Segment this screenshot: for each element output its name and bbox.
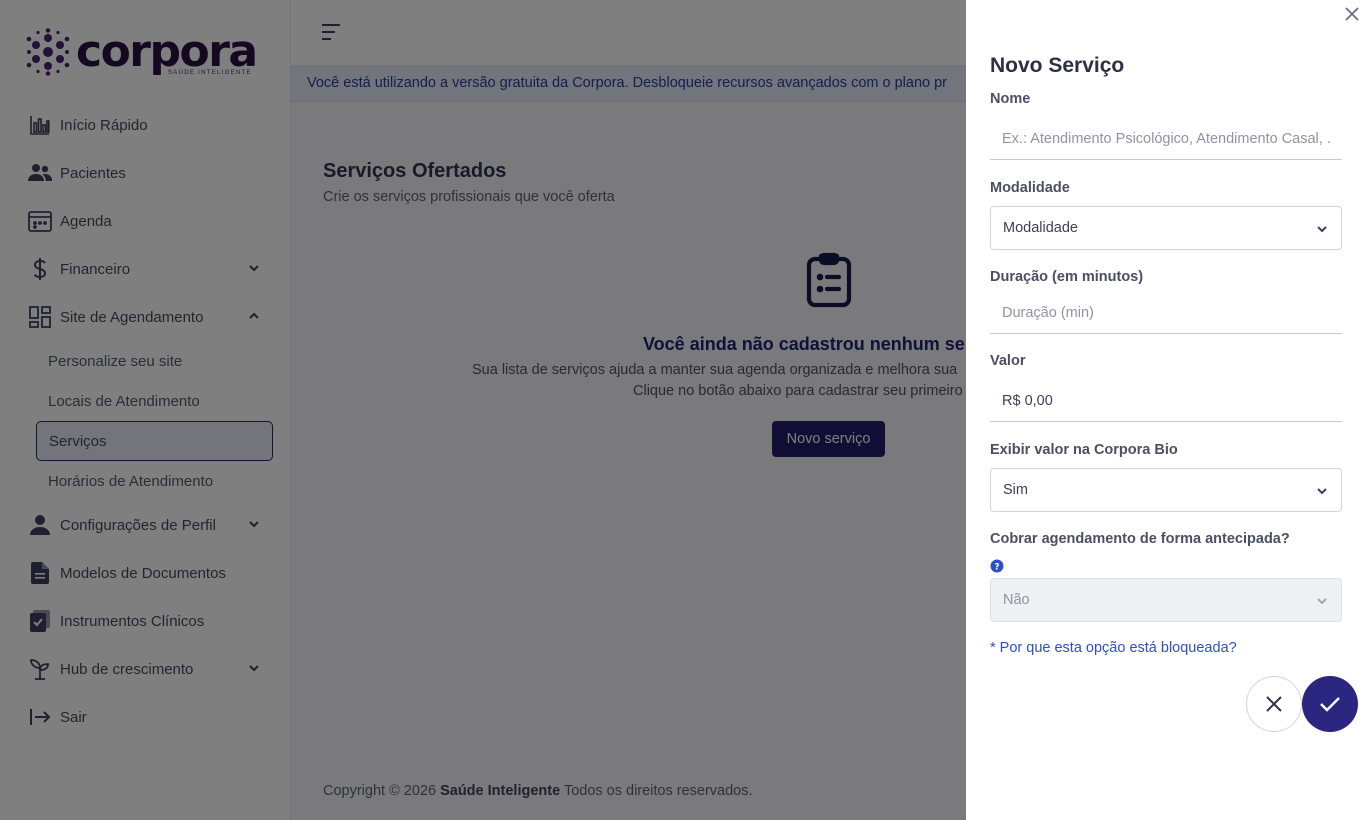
duracao-input[interactable] xyxy=(990,292,1342,334)
cobrar-antecipado-value: Não xyxy=(1003,592,1030,608)
chevron-down-icon xyxy=(1315,222,1329,236)
exibir-valor-label: Exibir valor na Corpora Bio xyxy=(990,442,1178,458)
duracao-label: Duração (em minutos) xyxy=(990,269,1144,285)
confirm-button[interactable] xyxy=(1302,676,1358,732)
modalidade-value: Modalidade xyxy=(1003,220,1078,236)
check-icon xyxy=(1320,697,1340,712)
cobrar-antecipado-label: Cobrar agendamento de forma antecipada? xyxy=(990,531,1290,547)
drawer-title: Novo Serviço xyxy=(990,54,1125,77)
close-icon[interactable] xyxy=(1344,6,1360,22)
chevron-down-icon xyxy=(1315,484,1329,498)
new-service-drawer: Novo Serviço Nome Modalidade Modalidade … xyxy=(966,0,1366,820)
valor-label: Valor xyxy=(990,353,1026,369)
nome-input[interactable] xyxy=(990,118,1342,160)
modalidade-label: Modalidade xyxy=(990,180,1070,196)
close-icon xyxy=(1266,696,1282,712)
exibir-valor-value: Sim xyxy=(1003,482,1028,498)
valor-input[interactable] xyxy=(990,380,1342,422)
chevron-down-icon xyxy=(1315,594,1329,608)
cancel-button[interactable] xyxy=(1246,676,1302,732)
exibir-valor-select[interactable]: Sim xyxy=(990,468,1342,512)
cobrar-antecipado-select: Não xyxy=(990,578,1342,622)
nome-label: Nome xyxy=(990,91,1031,107)
modalidade-select[interactable]: Modalidade xyxy=(990,206,1342,250)
help-icon[interactable]: ? xyxy=(990,559,1004,573)
svg-text:?: ? xyxy=(994,563,999,573)
why-blocked-link[interactable]: * Por que esta opção está bloqueada? xyxy=(990,640,1237,656)
